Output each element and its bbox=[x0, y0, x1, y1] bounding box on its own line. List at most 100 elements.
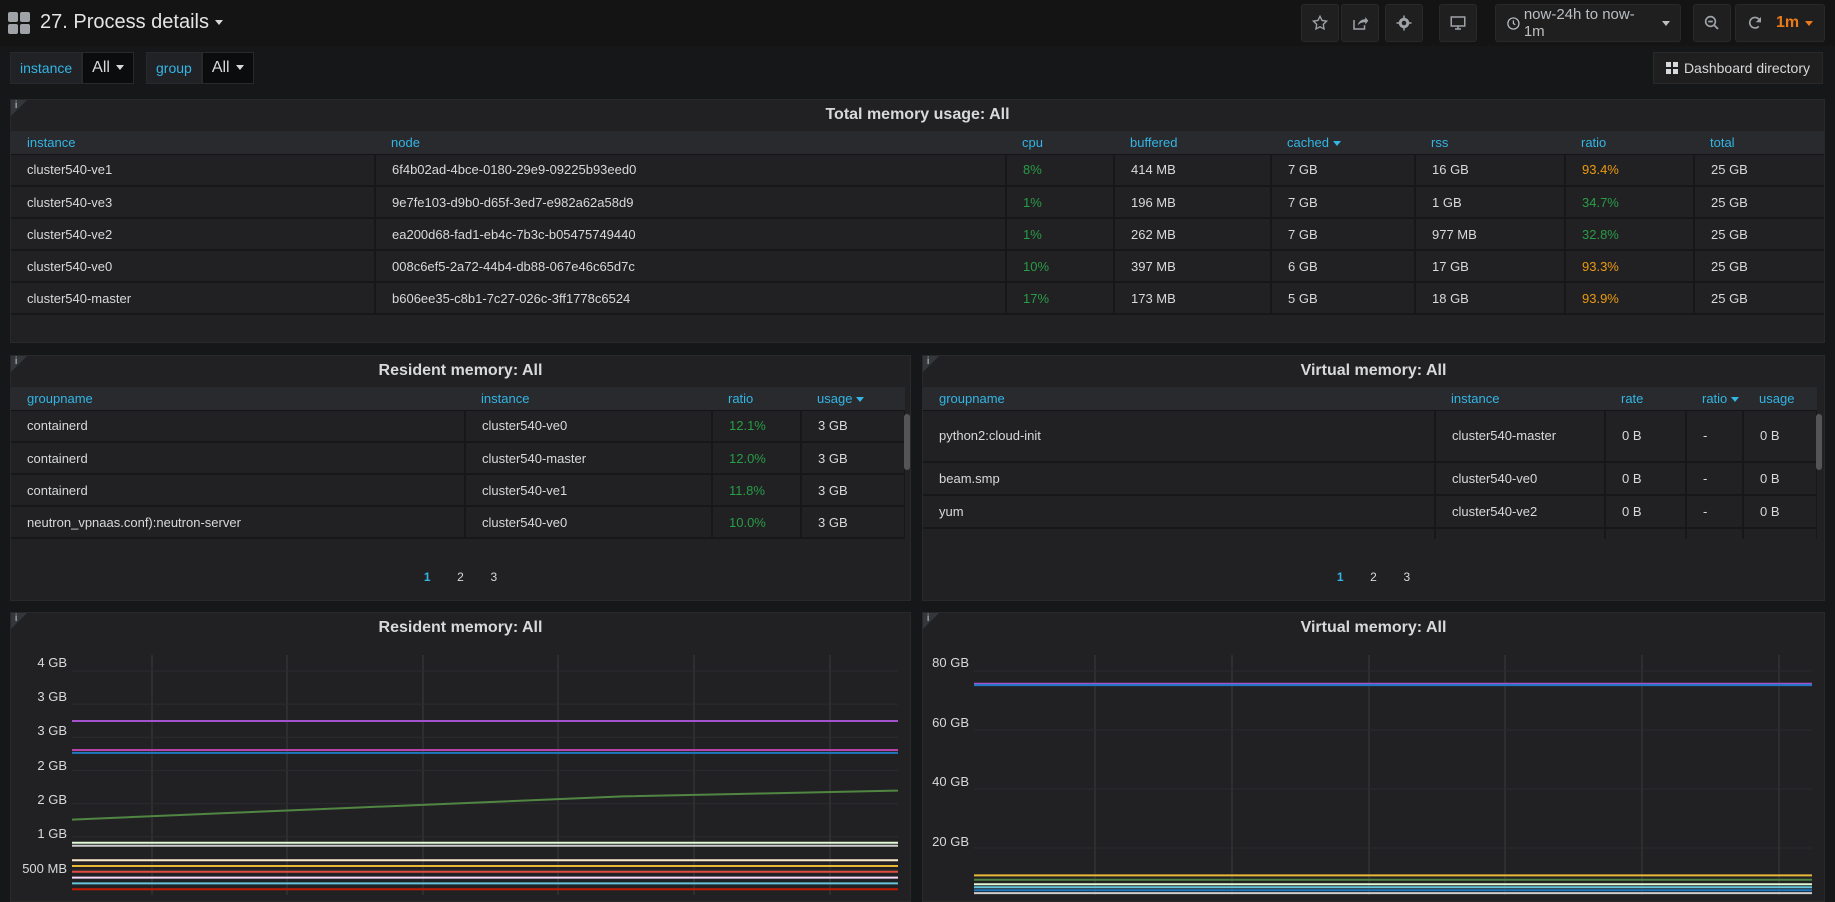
y-tick-label: 4 GB bbox=[37, 655, 67, 670]
panel-title[interactable]: Virtual memory: All bbox=[923, 362, 1824, 380]
table-cell: 93.9% bbox=[1565, 282, 1695, 315]
share-icon bbox=[1353, 17, 1369, 30]
scrollbar[interactable] bbox=[1816, 414, 1822, 470]
column-header-rate[interactable]: rate bbox=[1605, 387, 1686, 411]
variable-value: All bbox=[211, 59, 230, 76]
table-cell: 008c6ef5-2a72-44b4-db88-067e46c65d7c bbox=[375, 250, 1007, 283]
table-cell: b606ee35-c8b1-7c27-026c-3ff1778c6524 bbox=[375, 282, 1007, 315]
table-cell: 25 GB bbox=[1694, 186, 1824, 219]
panel-title[interactable]: Resident memory: All bbox=[11, 362, 910, 380]
table-cell: 0 B bbox=[1605, 495, 1687, 529]
column-header-groupname[interactable]: groupname bbox=[923, 387, 1435, 411]
settings-button[interactable] bbox=[1385, 4, 1423, 42]
star-button[interactable] bbox=[1301, 4, 1339, 42]
column-header-rss[interactable]: rss bbox=[1415, 131, 1565, 155]
column-header-instance[interactable]: instance bbox=[1435, 387, 1605, 411]
virtual-memory-graph[interactable] bbox=[974, 655, 1812, 895]
total-memory-table: instance node cpu buffered cached rss ra… bbox=[11, 131, 1824, 315]
tv-mode-button[interactable] bbox=[1439, 4, 1477, 42]
column-header-ratio[interactable]: ratio bbox=[1565, 131, 1694, 155]
table-cell: cluster540-ve1 bbox=[11, 154, 376, 187]
dashboard-grid-icon[interactable] bbox=[8, 12, 30, 34]
grid-icon bbox=[1665, 62, 1678, 74]
page-2-link[interactable]: 2 bbox=[446, 570, 476, 584]
refresh-picker[interactable]: 1m bbox=[1735, 4, 1825, 42]
column-header-buffered[interactable]: buffered bbox=[1114, 131, 1271, 155]
column-header-ratio[interactable]: ratio bbox=[712, 387, 801, 411]
virtual-table-scroll[interactable]: groupname instance rate ratio usage pyth… bbox=[923, 387, 1817, 539]
page-1-link[interactable]: 1 bbox=[1325, 570, 1355, 584]
pagination: 1 2 3 bbox=[11, 570, 910, 584]
page-2-link[interactable]: 2 bbox=[1359, 570, 1389, 584]
table-cell: 3 GB bbox=[801, 506, 905, 539]
page-3-link[interactable]: 3 bbox=[1392, 570, 1422, 584]
column-header-usage-text: usage bbox=[817, 390, 853, 406]
resident-table-scroll[interactable]: groupname instance ratio usage container… bbox=[11, 387, 905, 539]
column-header-ratio[interactable]: ratio bbox=[1686, 387, 1743, 411]
table-cell: 1 GB bbox=[1415, 186, 1566, 219]
column-header-node[interactable]: node bbox=[375, 131, 1006, 155]
table-cell: 3 GB bbox=[801, 474, 905, 507]
zoom-out-icon bbox=[1704, 15, 1719, 30]
table-cell: python2:cloud-init bbox=[923, 410, 1436, 463]
column-header-usage[interactable]: usage bbox=[801, 387, 905, 411]
share-button[interactable] bbox=[1341, 4, 1379, 42]
table-cell: 0 B bbox=[1743, 528, 1817, 539]
table-cell: cluster540-master bbox=[465, 442, 713, 475]
table-cell: 3 GB bbox=[801, 442, 905, 475]
table-cell: cluster540-ve0 bbox=[1435, 462, 1606, 496]
column-header-cpu[interactable]: cpu bbox=[1006, 131, 1114, 155]
pagination: 1 2 3 bbox=[923, 570, 1824, 584]
sort-desc-icon bbox=[1332, 140, 1341, 146]
y-tick-label: 2 GB bbox=[37, 758, 67, 773]
table-cell: 0 B bbox=[1605, 462, 1687, 496]
table-row: containerd cluster540-master 12.0% 3 GB bbox=[11, 442, 905, 475]
resident-memory-graph[interactable] bbox=[72, 655, 898, 895]
table-row: cluster540-ve3 9e7fe103-d9b0-d65f-3ed7-e9… bbox=[11, 186, 1824, 219]
variable-instance-select[interactable]: All bbox=[82, 52, 134, 84]
page-1-link[interactable]: 1 bbox=[412, 570, 442, 584]
column-header-cached[interactable]: cached bbox=[1271, 131, 1415, 155]
y-tick-label: 2 GB bbox=[37, 792, 67, 807]
column-header-total[interactable]: total bbox=[1694, 131, 1824, 155]
variable-label: instance bbox=[10, 52, 83, 84]
dashboard-directory-text: Dashboard directory bbox=[1683, 60, 1810, 76]
zoom-out-button[interactable] bbox=[1693, 4, 1731, 42]
column-header-instance[interactable]: instance bbox=[465, 387, 712, 411]
dashboard-directory-link[interactable]: Dashboard directory bbox=[1652, 52, 1823, 84]
table-cell: cluster540-ve0 bbox=[11, 250, 376, 283]
table-cell: cluster540-master bbox=[1435, 410, 1606, 463]
table-row: cluster540-ve2 ea200d68-fad1-eb4c-7b3c-b0… bbox=[11, 218, 1824, 251]
column-header-usage[interactable]: usage bbox=[1743, 387, 1817, 411]
table-cell: 0 B bbox=[1743, 462, 1817, 496]
y-tick-label: 3 GB bbox=[37, 723, 67, 738]
gear-icon bbox=[1396, 15, 1412, 31]
scrollbar[interactable] bbox=[904, 414, 910, 470]
time-range-picker[interactable]: now-24h to now-1m bbox=[1495, 4, 1681, 42]
panel-title[interactable]: Total memory usage: All bbox=[11, 106, 1824, 124]
variable-group-select[interactable]: All bbox=[201, 52, 254, 84]
panel-title[interactable]: Resident memory: All bbox=[11, 619, 910, 637]
panel-title[interactable]: Virtual memory: All bbox=[923, 619, 1824, 637]
table-header: groupname instance rate ratio usage bbox=[923, 387, 1817, 411]
variable-instance: instance All bbox=[10, 52, 134, 84]
column-header-groupname[interactable]: groupname bbox=[11, 387, 465, 411]
table-cell: 0 B bbox=[1743, 410, 1817, 463]
table-cell: cluster540-ve0 bbox=[465, 506, 713, 539]
table-cell: containerd bbox=[11, 474, 466, 507]
star-icon bbox=[1311, 14, 1329, 31]
y-tick-label: 20 GB bbox=[932, 834, 969, 849]
table-cell: 397 MB bbox=[1114, 250, 1272, 283]
y-tick-label: 500 MB bbox=[22, 861, 67, 876]
table-row: python2:cloud-init cluster540-master 0 B-0… bbox=[923, 410, 1817, 463]
dashboard-title[interactable]: 27. Process details bbox=[40, 11, 223, 34]
chevron-down-icon bbox=[1662, 20, 1670, 26]
sort-desc-icon bbox=[856, 396, 865, 402]
resident-memory-graph-panel: i Resident memory: All 4 GB 3 GB 3 GB 2 … bbox=[10, 612, 911, 902]
table-cell: 12.1% bbox=[712, 410, 802, 443]
table-cell: containerd bbox=[11, 410, 466, 443]
page-3-link[interactable]: 3 bbox=[479, 570, 509, 584]
column-header-instance[interactable]: instance bbox=[11, 131, 375, 155]
table-cell: 32.8% bbox=[1565, 218, 1695, 251]
table-cell: 9e7fe103-d9b0-d65f-3ed7-e982a62a58d9 bbox=[375, 186, 1007, 219]
